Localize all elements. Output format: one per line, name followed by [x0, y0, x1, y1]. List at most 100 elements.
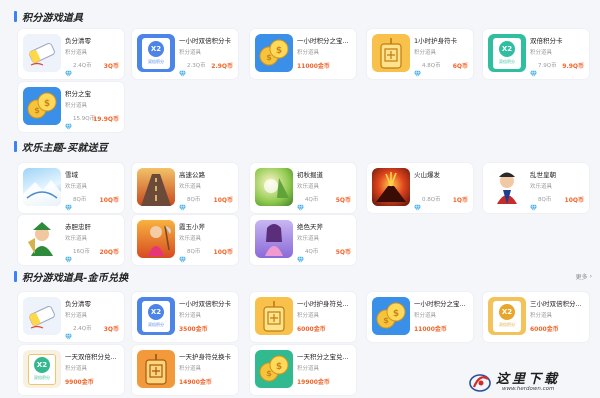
gold-price: 9900金币 — [65, 379, 94, 386]
prop-card[interactable]: $ $ 一小时积分之宝... 积分道具 11000金币 — [367, 292, 473, 342]
prop-card[interactable]: $ $ 积分之宝 积分道具 15.9Q币 19.9Q币 — [18, 82, 124, 132]
coin-icon[interactable]: $ $ — [372, 297, 410, 335]
more-link[interactable]: 更多 › — [576, 272, 592, 281]
prop-card[interactable]: X2 双倍积分 双倍积分卡 积分道具 7.9Q币 9.9Q币 — [483, 29, 589, 79]
prop-name[interactable]: 一小时积分之宝... — [414, 298, 471, 308]
section-accent-bar — [14, 140, 17, 152]
sale-price: 10Q币 — [213, 249, 233, 256]
prop-name[interactable]: 一小时护身符兑... — [297, 298, 354, 308]
more-link-label[interactable]: 更多 — [576, 272, 588, 281]
original-price: 15.9Q币 — [73, 116, 96, 122]
beauty-theme-icon[interactable] — [255, 220, 293, 258]
prop-category: 欢乐道具 — [297, 236, 320, 242]
emperor-theme-icon[interactable] — [488, 168, 526, 206]
prop-card[interactable]: $ $ 一天积分之宝兑... 积分道具 19900金币 — [250, 345, 356, 395]
snow-theme-icon[interactable] — [23, 168, 61, 206]
section-header: 积分游戏道具-金币兑换 — [14, 268, 128, 284]
prop-card[interactable]: $ $ 一小时积分之宝... 积分道具 11000金币 — [250, 29, 356, 79]
autumn-theme-icon[interactable] — [255, 168, 293, 206]
prop-card[interactable]: 负分清零 积分道具 2.4Q币 3Q币 — [18, 292, 124, 342]
prop-name[interactable]: 双倍积分卡 — [530, 35, 587, 45]
prop-card[interactable]: 初秋掘道 欢乐道具 4Q币 5Q币 — [250, 163, 356, 213]
prop-name[interactable]: 积分之宝 — [65, 88, 122, 98]
original-price: 4Q币 — [305, 197, 319, 203]
x2-gold-icon[interactable]: X2 双倍积分 — [488, 297, 526, 335]
prop-category: 积分道具 — [414, 313, 437, 319]
prop-name[interactable]: 霞玉小斧 — [179, 221, 236, 231]
prop-category: 积分道具 — [179, 366, 202, 372]
highway-theme-icon[interactable] — [137, 168, 175, 206]
section-title: 积分游戏道具-金币兑换 — [22, 272, 129, 284]
prop-name[interactable]: 火山爆发 — [414, 169, 471, 179]
gold-price: 11000金币 — [414, 326, 447, 333]
prop-name[interactable]: 1小时护身符卡 — [414, 35, 471, 45]
prop-category: 积分道具 — [65, 366, 88, 372]
general-theme-icon[interactable] — [23, 220, 61, 258]
prop-name[interactable]: 三小时双倍积分... — [530, 298, 587, 308]
prop-name[interactable]: 一小时积分之宝... — [297, 35, 354, 45]
prop-name[interactable]: 雪域 — [65, 169, 122, 179]
prop-card[interactable]: 乱世皇朝 欢乐道具 8Q币 10Q币 — [483, 163, 589, 213]
eraser-icon[interactable] — [23, 34, 61, 72]
original-price: 8Q币 — [73, 197, 87, 203]
prop-card[interactable]: 绝色天斧欢乐道具 4Q币 5Q币 — [250, 215, 356, 265]
prop-card[interactable]: 雪域 欢乐道具 8Q币 10Q币 — [18, 163, 124, 213]
diamond-icon — [179, 62, 186, 78]
amulet-icon[interactable] — [255, 297, 293, 335]
prop-name[interactable]: 一天双倍积分兑... — [65, 351, 122, 361]
amulet-icon[interactable] — [372, 34, 410, 72]
gold-price: 6000金币 — [530, 326, 559, 333]
prop-name[interactable]: 一小时双倍积分卡 — [179, 35, 236, 45]
prop-name[interactable]: 乱世皇朝 — [530, 169, 587, 179]
prop-card[interactable]: 一小时护身符兑... 积分道具 6000金币 — [250, 292, 356, 342]
prop-card[interactable]: X2 双倍积分 三小时双倍积分... 积分道具 6000金币 — [483, 292, 589, 342]
volcano-theme-icon[interactable] — [372, 168, 410, 206]
svg-text:$: $ — [266, 369, 272, 378]
gold-price: 11000金币 — [297, 63, 330, 70]
prop-card[interactable]: 一天护身符兑换卡 积分道具 14900金币 — [132, 345, 238, 395]
prop-card[interactable]: 火山爆发 0.8Q币 1Q币 — [367, 163, 473, 213]
amulet-orange-icon[interactable] — [137, 350, 175, 388]
prop-card[interactable]: X2 双倍积分 一小时双倍积分卡 积分道具 3500金币 — [132, 292, 238, 342]
sale-price: 5Q币 — [335, 249, 351, 256]
original-price: 4Q币 — [305, 249, 319, 255]
x2-card-icon[interactable]: X2 双倍积分 — [137, 297, 175, 335]
prop-name[interactable]: 初秋掘道 — [297, 169, 354, 179]
x2-card-icon[interactable]: X2 双倍积分 — [137, 34, 175, 72]
prop-name[interactable]: 负分清零 — [65, 298, 122, 308]
prop-card[interactable]: 负分清零 积分道具 2.4Q币 3Q币 — [18, 29, 124, 79]
coin-icon[interactable]: $ $ — [255, 34, 293, 72]
prop-name[interactable]: 绝色天斧 — [297, 221, 354, 231]
prop-category: 积分道具 — [530, 313, 553, 319]
section-accent-bar — [14, 270, 17, 282]
prop-card[interactable]: 赤胆忠肝 欢乐道具 16Q币 20Q币 — [18, 215, 124, 265]
sale-price: 10Q币 — [564, 197, 584, 204]
prop-category: 积分道具 — [179, 50, 202, 56]
original-price: 0.8Q币 — [422, 197, 441, 203]
x2-green-icon[interactable]: X2 双倍积分 — [488, 34, 526, 72]
svg-text:$: $ — [276, 46, 282, 56]
x2-orange-icon[interactable]: X2 双倍积分 — [23, 350, 61, 388]
prop-name[interactable]: 一小时双倍积分卡 — [179, 298, 236, 308]
prop-name[interactable]: 负分清零 — [65, 35, 122, 45]
prop-card[interactable]: X2 双倍积分 一天双倍积分兑... 积分道具 9900金币 — [18, 345, 124, 395]
svg-text:$: $ — [393, 309, 399, 319]
prop-card[interactable]: 霞玉小斧 欢乐道具 8Q币 10Q币 — [132, 215, 238, 265]
prop-card[interactable]: 1小时护身符卡 积分道具 4.8Q币 6Q币 — [367, 29, 473, 79]
original-price: 2.3Q币 — [187, 63, 206, 69]
coin-green-icon[interactable]: $ $ — [255, 350, 293, 388]
axe-theme-icon[interactable] — [137, 220, 175, 258]
prop-category: 积分道具 — [530, 50, 553, 56]
prop-name[interactable]: 一天积分之宝兑... — [297, 351, 354, 361]
eraser-icon[interactable] — [23, 297, 61, 335]
original-price: 8Q币 — [538, 197, 552, 203]
prop-name[interactable]: 高速公路 — [179, 169, 236, 179]
original-price: 8Q币 — [187, 197, 201, 203]
coin-icon[interactable]: $ $ — [23, 87, 61, 125]
sale-price: 6Q币 — [452, 63, 468, 70]
prop-name[interactable]: 一天护身符兑换卡 — [179, 351, 236, 361]
prop-name[interactable]: 赤胆忠肝 — [65, 221, 122, 231]
prop-card[interactable]: X2 双倍积分 一小时双倍积分卡 积分道具 2.3Q币 2.9Q币 — [132, 29, 238, 79]
sale-price: 9.9Q币 — [562, 63, 584, 70]
prop-card[interactable]: 高速公路 欢乐道具 8Q币 10Q币 — [132, 163, 238, 213]
